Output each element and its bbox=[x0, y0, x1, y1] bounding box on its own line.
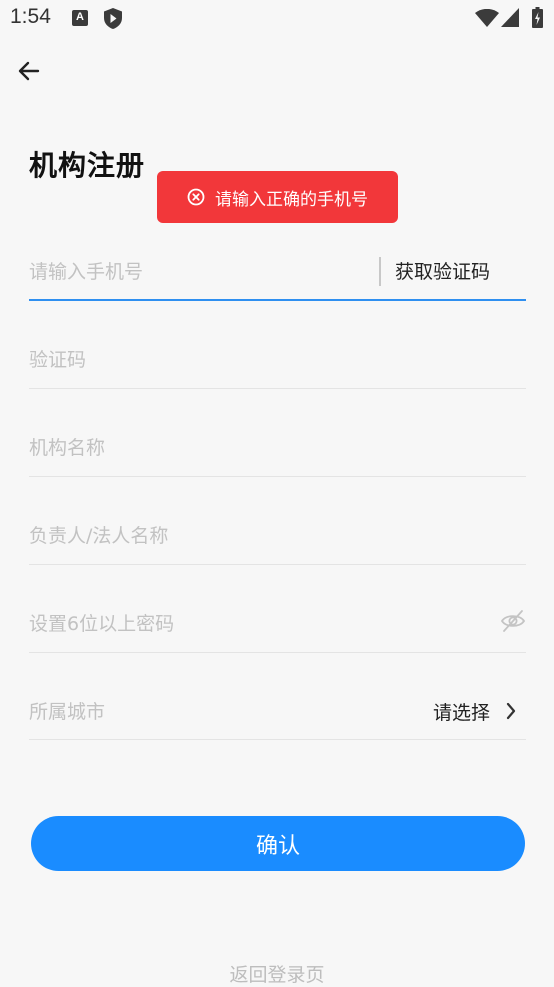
wifi-icon bbox=[475, 9, 499, 27]
toast-message: 请输入正确的手机号 bbox=[215, 189, 368, 210]
verification-code-input[interactable] bbox=[29, 346, 489, 374]
signal-icon bbox=[501, 8, 519, 27]
arrow-left-icon[interactable] bbox=[16, 58, 42, 84]
eye-off-icon[interactable] bbox=[500, 608, 526, 634]
page-title: 机构注册 bbox=[29, 149, 146, 182]
shield-icon bbox=[104, 8, 122, 29]
phone-divider bbox=[379, 257, 381, 286]
error-toast: 请输入正确的手机号 bbox=[157, 171, 398, 223]
chevron-right-icon bbox=[506, 702, 516, 720]
divider bbox=[29, 739, 526, 740]
status-time: 1:54 bbox=[10, 5, 51, 28]
divider bbox=[29, 564, 526, 565]
phone-underline bbox=[29, 299, 526, 301]
org-name-input[interactable] bbox=[29, 434, 489, 462]
phone-input[interactable] bbox=[29, 258, 369, 286]
get-code-button[interactable]: 获取验证码 bbox=[395, 257, 490, 287]
close-circle-icon bbox=[187, 188, 205, 206]
legal-person-input[interactable] bbox=[29, 522, 489, 550]
a-icon-letter: A bbox=[76, 11, 84, 23]
password-input[interactable] bbox=[29, 610, 479, 638]
divider bbox=[29, 652, 526, 653]
divider bbox=[29, 476, 526, 477]
city-select-label: 请选择 bbox=[433, 701, 491, 724]
divider bbox=[29, 388, 526, 389]
a-icon: A bbox=[72, 10, 88, 26]
confirm-button[interactable]: 确认 bbox=[31, 816, 525, 871]
battery-icon bbox=[532, 7, 543, 28]
back-to-login-link[interactable]: 返回登录页 bbox=[0, 960, 554, 987]
city-select[interactable]: 请选择 bbox=[433, 697, 518, 725]
city-label: 所属城市 bbox=[29, 701, 106, 723]
